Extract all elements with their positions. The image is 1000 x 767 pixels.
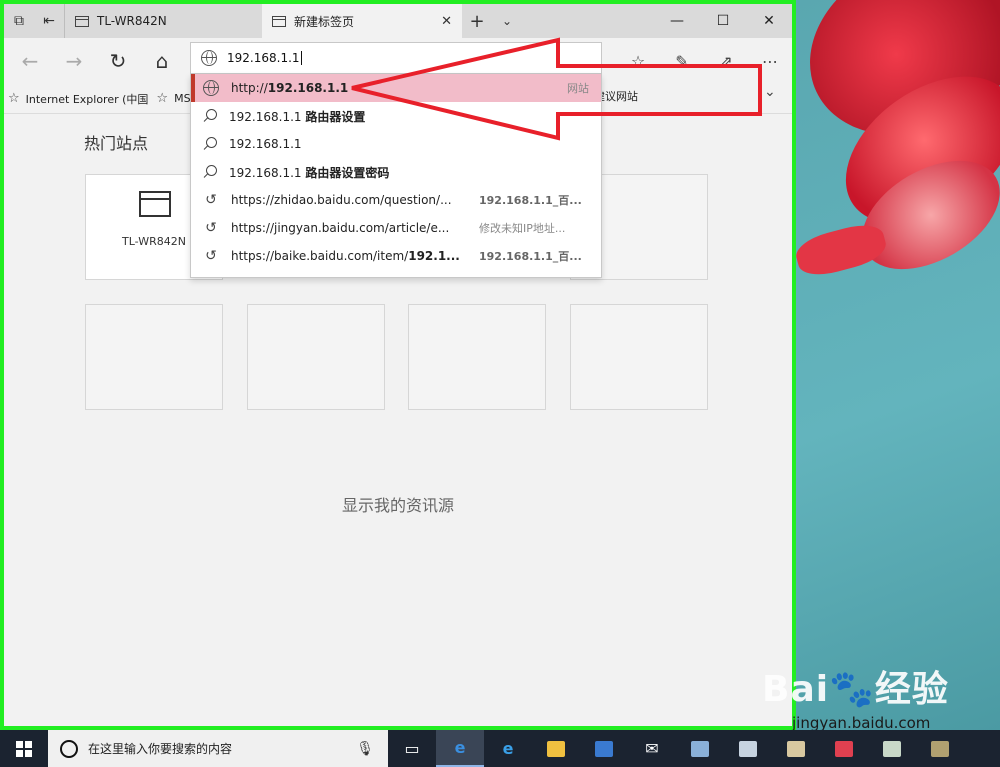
tab-tl-wr842n[interactable]: TL-WR842N (64, 4, 262, 38)
tab-list-chevron-icon[interactable]: ⌄ (492, 4, 522, 38)
tab-label: 新建标签页 (294, 14, 355, 29)
globe-icon (203, 80, 219, 96)
desktop-wallpaper (796, 0, 1000, 730)
search-icon (203, 165, 217, 179)
favorite-item[interactable]: ☆ Internet Explorer (中国 (4, 91, 148, 107)
annotation-arrow (351, 37, 762, 141)
microphone-icon[interactable]: 🎙 (356, 741, 374, 757)
search-placeholder: 在这里输入你要搜索的内容 (88, 742, 233, 756)
annotation-arrow-shape (351, 37, 762, 141)
text-caret (300, 51, 302, 66)
app-icon[interactable] (916, 730, 964, 767)
history-url: https://zhidao.baidu.com/question/... (231, 193, 452, 207)
window-controls: — ☐ ✕ (654, 4, 792, 38)
task-view-icon[interactable]: ▭ (388, 730, 436, 767)
history-title: 192.168.1.1_百... (479, 194, 582, 207)
refresh-icon[interactable]: ↻ (96, 38, 140, 84)
close-tab-icon[interactable]: ✕ (441, 14, 452, 29)
search-icon (203, 137, 217, 151)
forward-arrow-icon[interactable]: → (52, 38, 96, 84)
site-icon (139, 191, 171, 217)
star-icon: ☆ (8, 91, 20, 106)
app-icon[interactable] (724, 730, 772, 767)
url-text: https://baike.baidu.com/item/ (231, 249, 409, 263)
url-bold: 192.168.1.1 (267, 81, 349, 95)
address-input[interactable]: 192.168.1.1 (227, 51, 302, 66)
suggestion-history[interactable]: ↺ https://baike.baidu.com/item/192.1... … (191, 242, 601, 270)
history-icon: ↺ (205, 220, 217, 236)
history-url: https://jingyan.baidu.com/article/e... (231, 221, 450, 235)
address-value: 192.168.1.1 (227, 50, 300, 65)
windows-logo-icon (16, 740, 32, 757)
tab-label: TL-WR842N (97, 14, 167, 28)
top-site-tile-empty[interactable] (247, 304, 385, 410)
store-icon[interactable] (580, 730, 628, 767)
file-explorer-icon[interactable] (532, 730, 580, 767)
paw-icon: 🐾 (829, 669, 875, 710)
favorite-item[interactable]: ☆ MS (148, 91, 190, 106)
page-icon (75, 15, 89, 27)
query-text: 192.168.1.1 (229, 165, 306, 180)
watermark-logo-text: Bai (762, 669, 830, 710)
history-icon: ↺ (205, 248, 217, 264)
history-title: 修改未知IP地址... (479, 222, 566, 235)
top-site-tile-empty[interactable] (85, 304, 223, 410)
baidu-watermark: Bai🐾经验 jingyan.baidu.com (762, 660, 949, 732)
taskbar: 在这里输入你要搜索的内容 🎙 ▭ e e ✉ (0, 730, 1000, 767)
mail-icon[interactable]: ✉ (628, 730, 676, 767)
app-icon[interactable] (868, 730, 916, 767)
taskbar-search[interactable]: 在这里输入你要搜索的内容 🎙 (48, 730, 388, 767)
wallpaper-petal (796, 219, 890, 281)
section-title: 热门站点 (84, 134, 149, 153)
tab-set-aside-icon[interactable]: ⧉ (4, 4, 34, 38)
suggestion-text: 192.168.1.1 路由器设置密码 (229, 164, 465, 181)
globe-icon (201, 50, 217, 66)
query-bold: 路由器设置密码 (305, 165, 390, 180)
history-icon: ↺ (205, 192, 217, 208)
suggestion-history[interactable]: ↺ https://jingyan.baidu.com/article/e...… (191, 214, 601, 242)
page-icon (272, 15, 286, 27)
url-bold: 192.1... (408, 249, 460, 263)
network-app-icon[interactable] (676, 730, 724, 767)
top-site-tile-empty[interactable] (570, 304, 708, 410)
favorite-label: MS (174, 92, 191, 105)
new-tab-button[interactable]: + (462, 4, 492, 38)
back-arrow-icon[interactable]: ← (8, 38, 52, 84)
watermark-logo: Bai🐾经验 (762, 669, 949, 710)
home-icon[interactable]: ⌂ (140, 38, 184, 84)
search-icon (203, 109, 217, 123)
app-icon[interactable] (772, 730, 820, 767)
tab-restore-icon[interactable]: ⇤ (34, 4, 64, 38)
maximize-icon[interactable]: ☐ (700, 4, 746, 38)
suggestion-search[interactable]: 192.168.1.1 路由器设置密码 (191, 158, 601, 186)
ie-taskbar-icon[interactable]: e (484, 730, 532, 767)
app-icon[interactable] (820, 730, 868, 767)
show-news-feed-link[interactable]: 显示我的资讯源 (4, 492, 792, 516)
cortana-icon (60, 739, 78, 758)
query-text: 192.168.1.1 (229, 109, 306, 124)
watermark-logo-text-2: 经验 (874, 669, 949, 710)
tab-new-tab[interactable]: 新建标签页 ✕ (262, 4, 462, 38)
favorite-label: Internet Explorer (中国 (25, 92, 149, 106)
history-url: https://baike.baidu.com/item/192.1... (231, 249, 467, 263)
suggestion-history[interactable]: ↺ https://zhidao.baidu.com/question/... … (191, 186, 601, 214)
tab-bar: ⧉ ⇤ TL-WR842N 新建标签页 ✕ + ⌄ — ☐ ✕ (4, 4, 792, 38)
top-site-tile-empty[interactable] (408, 304, 546, 410)
edge-taskbar-icon[interactable]: e (436, 730, 484, 767)
query-text: 192.168.1.1 (229, 137, 302, 151)
star-icon: ☆ (156, 91, 169, 106)
history-title: 192.168.1.1_百... (479, 250, 582, 263)
start-button[interactable] (0, 730, 48, 767)
url-prefix: http:// (231, 81, 268, 95)
close-window-icon[interactable]: ✕ (746, 4, 792, 38)
minimize-icon[interactable]: — (654, 4, 700, 38)
